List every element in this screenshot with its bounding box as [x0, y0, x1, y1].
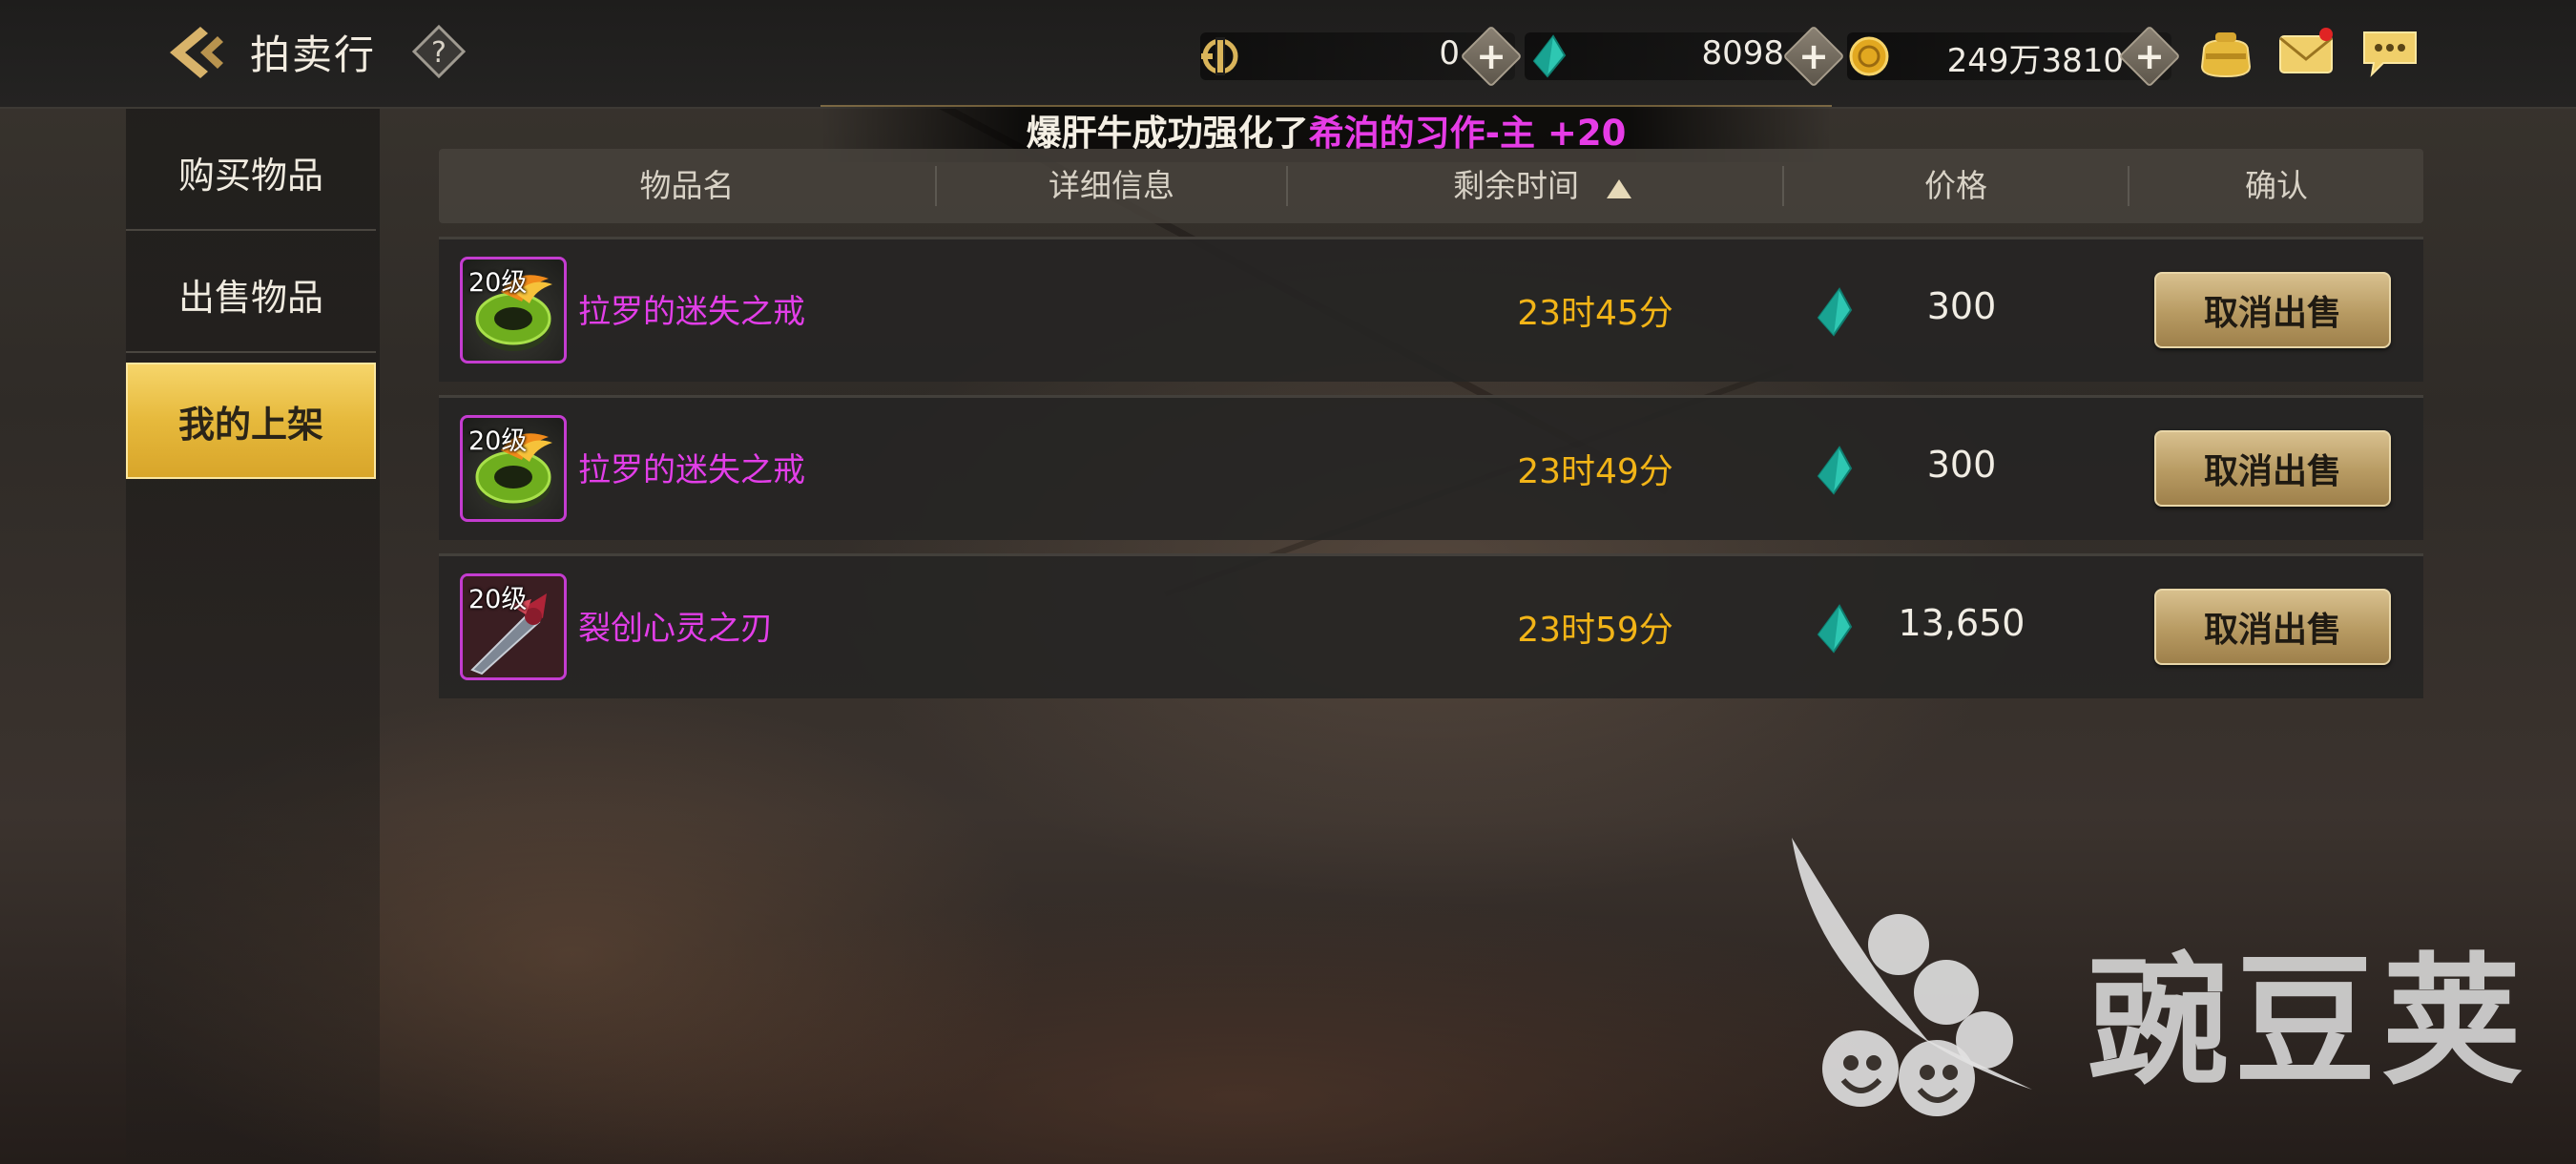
table-row: 20级 裂创心灵之刃 23时59分 13,650 取消出售 — [439, 553, 2423, 698]
broadcast-prefix: 爆肝牛成功强化了 — [1026, 113, 1309, 154]
pouch-icon[interactable] — [2196, 27, 2255, 80]
column-header-confirm: 确认 — [2245, 167, 2308, 204]
teal-gem-icon — [1817, 604, 1853, 654]
item-name: 裂创心灵之刃 — [578, 610, 773, 648]
gold-currency-value: 249万3810 — [1946, 42, 2124, 80]
plus-icon: + — [1798, 35, 1829, 77]
back-button[interactable] — [162, 19, 229, 86]
table-header: 物品名 详细信息 剩余时间 价格 确认 — [439, 149, 2423, 223]
price-value: 300 — [1926, 285, 1997, 327]
sidebar-item-buy[interactable]: 购买物品 — [126, 114, 376, 231]
sort-ascending-icon[interactable] — [1607, 179, 1631, 198]
cancel-sale-button[interactable]: 取消出售 — [2154, 589, 2391, 665]
question-icon: ? — [411, 24, 467, 79]
back-arrow-icon — [170, 27, 223, 78]
cancel-sale-button[interactable]: 取消出售 — [2154, 430, 2391, 507]
plus-icon: + — [1476, 35, 1506, 77]
remaining-time: 23时45分 — [1517, 294, 1673, 333]
column-header-item-name: 物品名 — [639, 167, 735, 204]
watermark-logo-icon — [1792, 838, 2032, 1116]
cancel-sale-button[interactable]: 取消出售 — [2154, 272, 2391, 348]
remaining-time: 23时59分 — [1517, 611, 1673, 650]
item-level: 20级 — [468, 268, 528, 298]
chat-icon[interactable] — [2360, 27, 2420, 80]
page-title: 拍卖行 — [250, 31, 377, 78]
sidebar-item-sell[interactable]: 出售物品 — [126, 237, 376, 353]
item-name: 拉罗的迷失之戒 — [578, 293, 805, 331]
teal-gem-icon — [1817, 446, 1853, 495]
cancel-sale-label: 取消出售 — [2203, 611, 2341, 650]
teal-gem-icon — [1532, 34, 1567, 78]
column-header-price: 价格 — [1924, 167, 1987, 204]
top-bar: 拍卖行 ? 0 + 8098 + 249万3810 + — [0, 0, 2576, 109]
column-header-remaining-time[interactable]: 剩余时间 — [1288, 149, 1744, 223]
honor-currency-value: 0 — [1439, 34, 1460, 73]
table-row: 20级 拉罗的迷失之戒 23时45分 300 取消出售 — [439, 237, 2423, 382]
item-slot[interactable]: 20级 — [460, 415, 567, 522]
item-level: 20级 — [468, 426, 528, 456]
sidebar-item-label: 出售物品 — [177, 276, 323, 319]
plus-icon: + — [2134, 35, 2165, 77]
help-button[interactable]: ? — [410, 23, 467, 80]
cancel-sale-label: 取消出售 — [2203, 294, 2341, 333]
sidebar-item-label: 我的上架 — [177, 403, 323, 446]
gem-currency-value: 8098 — [1701, 34, 1784, 73]
teal-gem-icon — [1817, 287, 1853, 337]
price-value: 300 — [1926, 444, 1997, 486]
sidebar-item-label: 购买物品 — [177, 154, 323, 197]
price-value: 13,650 — [1898, 602, 2025, 644]
broadcast-highlight: 希泊的习作-主 +20 — [1308, 113, 1627, 154]
gold-coin-icon — [1849, 36, 1889, 76]
column-header-details: 详细信息 — [1049, 167, 1174, 204]
honor-coin-icon — [1201, 37, 1238, 75]
table-row: 20级 拉罗的迷失之戒 23时49分 300 取消出售 — [439, 395, 2423, 540]
sidebar: 购买物品 出售物品 我的上架 — [126, 109, 380, 1164]
remaining-time: 23时49分 — [1517, 452, 1673, 491]
item-name: 拉罗的迷失之戒 — [578, 451, 805, 489]
item-slot[interactable]: 20级 — [460, 573, 567, 680]
sidebar-item-my-listings[interactable]: 我的上架 — [126, 363, 376, 479]
mail-icon[interactable] — [2276, 27, 2336, 80]
item-level: 20级 — [468, 585, 528, 614]
watermark-text: 豌豆荚 — [2088, 940, 2528, 1104]
cancel-sale-label: 取消出售 — [2203, 452, 2341, 491]
svg-text:?: ? — [431, 36, 447, 70]
item-slot[interactable]: 20级 — [460, 257, 567, 364]
